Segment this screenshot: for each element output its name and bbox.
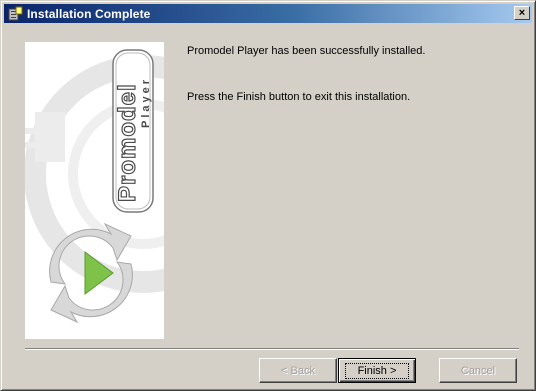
installer-icon <box>7 6 23 22</box>
finish-button-label: Finish > <box>344 362 410 379</box>
back-button[interactable]: < Back <box>259 358 337 383</box>
brand-main-text: Promodel <box>114 83 141 202</box>
installer-window: Installation Complete × Promodel Player <box>0 0 536 391</box>
side-banner-image: Promodel Player <box>25 42 164 339</box>
window-title: Installation Complete <box>27 6 151 21</box>
button-separator <box>25 348 519 350</box>
close-button[interactable]: × <box>514 6 530 20</box>
cancel-button[interactable]: Cancel <box>439 358 517 383</box>
install-success-message: Promodel Player has been successfully in… <box>187 45 426 57</box>
title-bar[interactable]: Installation Complete × <box>4 4 532 23</box>
close-icon: × <box>518 6 526 19</box>
finish-button[interactable]: Finish > <box>338 358 416 383</box>
finish-instruction-message: Press the Finish button to exit this ins… <box>187 91 411 103</box>
brand-sub-text: Player <box>140 77 152 128</box>
